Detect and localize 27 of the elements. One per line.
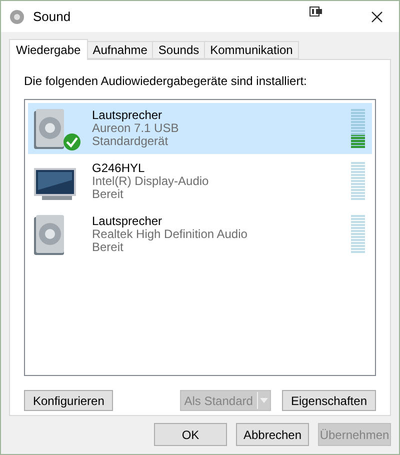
tab[interactable]: Kommunikation [205, 41, 299, 59]
button[interactable]: Abbrechen [236, 423, 309, 446]
button[interactable]: OK [154, 423, 227, 446]
tab[interactable]: Aufnahme [88, 41, 154, 59]
device-row[interactable]: Lautsprecher Realtek High Definition Audio Bereit [28, 209, 372, 260]
driver-text: Realtek High Definition Audio [92, 228, 248, 241]
window-icon[interactable] [309, 6, 323, 18]
device-row[interactable]: Lautsprecher Aureon 7.1 USB Standardgerät [28, 103, 372, 154]
tab[interactable]: Sounds [153, 41, 206, 59]
device-row[interactable]: G246HYL Intel(R) Display-Audio Bereit [28, 156, 372, 207]
window-title: Sound [33, 8, 71, 26]
button[interactable]: Konfigurieren [24, 390, 114, 411]
device-name: G246HYL [92, 162, 146, 175]
level-meter [351, 162, 365, 201]
instruction-text: Die folgenden Audiowiedergabegeräte sind installiert: [24, 73, 308, 90]
driver-text: Aureon 7.1 USB [92, 122, 180, 135]
caret-icon [260, 398, 268, 403]
level-meter [351, 215, 365, 254]
driver-text: Intel(R) Display-Audio [92, 175, 210, 188]
status-text: Bereit [92, 188, 124, 201]
tab[interactable]: Wiedergabe [9, 39, 88, 60]
device-name: Lautsprecher [92, 215, 164, 228]
device-name: Lautsprecher [92, 109, 164, 122]
button[interactable]: Eigenschaften [282, 390, 376, 411]
close-icon[interactable] [371, 10, 383, 22]
status-text: Standardgerät [92, 135, 170, 148]
status-text: Bereit [92, 241, 124, 254]
